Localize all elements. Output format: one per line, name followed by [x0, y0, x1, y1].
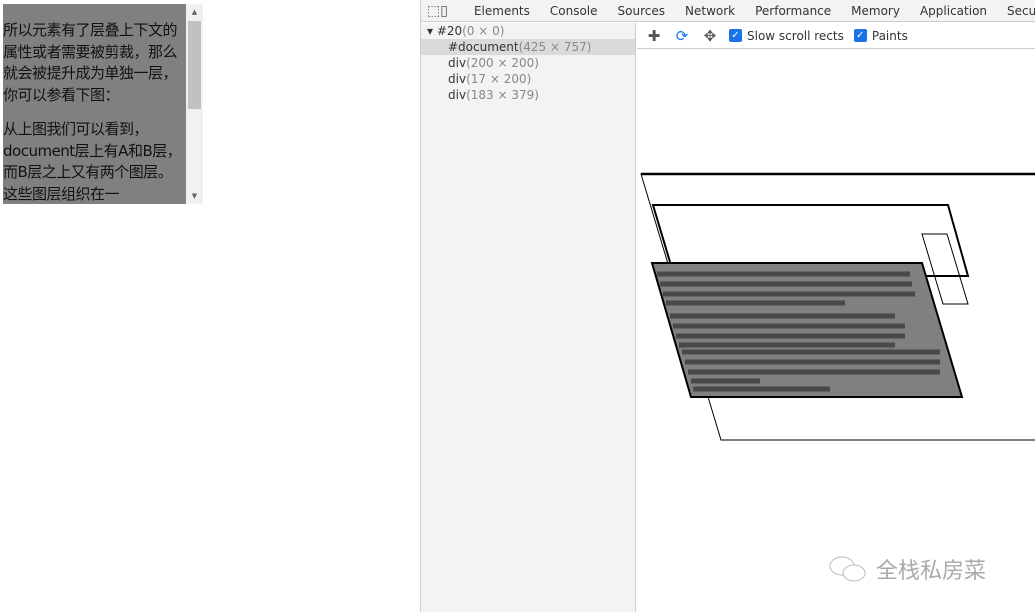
layer-size: (183 × 379)	[466, 88, 539, 102]
inspect-icon[interactable]: ⬚	[427, 3, 440, 19]
tab-security[interactable]: Secu	[997, 4, 1035, 18]
paragraph: 所以元素有了层叠上下文的属性或者需要被剪裁，那么就会被提升成为单独一层，你可以参…	[3, 21, 178, 104]
slow-scroll-rects-checkbox[interactable]: ✓ Slow scroll rects	[729, 29, 844, 43]
checkbox-label: Paints	[871, 28, 908, 43]
scroll-down-icon[interactable]: ▼	[186, 192, 203, 200]
rotate-mode-icon[interactable]: ⟳	[673, 27, 691, 45]
watermark-text: 全栈私房菜	[876, 559, 987, 584]
layer-item[interactable]: div(183 × 379)	[421, 87, 635, 103]
checkbox-checked-icon[interactable]: ✓	[853, 29, 867, 42]
scrollbar[interactable]: ▲ ▼	[186, 4, 203, 204]
layer-size: (200 × 200)	[466, 56, 539, 70]
scroll-up-icon[interactable]: ▲	[186, 8, 203, 16]
tab-network[interactable]: Network	[675, 4, 745, 18]
checkbox-checked-icon[interactable]: ✓	[729, 29, 742, 42]
layer-item[interactable]: div(200 × 200)	[421, 55, 635, 71]
layer-size: (17 × 200)	[466, 72, 532, 86]
watermark: 全栈私房菜	[828, 553, 986, 585]
tab-memory[interactable]: Memory	[841, 4, 910, 18]
layer-item[interactable]: div(17 × 200)	[421, 71, 635, 87]
layer-name: div	[448, 88, 467, 102]
preview-text: 所以元素有了层叠上下文的属性或者需要被剪裁，那么就会被提升成为单独一层，你可以参…	[3, 20, 186, 204]
tab-elements[interactable]: Elements	[464, 4, 540, 18]
layer-name: #20	[436, 24, 463, 38]
paints-checkbox[interactable]: ✓ Paints	[853, 28, 908, 43]
pan-mode-icon[interactable]: ✚	[645, 27, 663, 45]
layer-name: div	[448, 72, 467, 86]
page-preview: 所以元素有了层叠上下文的属性或者需要被剪裁，那么就会被提升成为单独一层，你可以参…	[3, 4, 203, 204]
layer-item[interactable]: ▾ #20(0 × 0)	[421, 23, 635, 39]
layer-item[interactable]: #document(425 × 757)	[421, 39, 635, 55]
layer-tree: ▾ #20(0 × 0) #document(425 × 757) div(20…	[421, 23, 636, 612]
layer-name: #document	[448, 40, 519, 54]
tab-performance[interactable]: Performance	[745, 4, 841, 18]
paragraph: 从上图我们可以看到，document层上有A和B层，而B层之上又有两个图层。这些…	[3, 120, 182, 203]
scrollbar-thumb[interactable]	[188, 21, 201, 109]
layers-3d-view[interactable]	[636, 50, 1035, 612]
devtools-tabs: ⬚ ▯ Elements Console Sources Network Per…	[421, 0, 1035, 22]
wechat-icon	[829, 556, 866, 582]
tab-console[interactable]: Console	[540, 4, 608, 18]
tab-application[interactable]: Application	[910, 4, 997, 18]
layer-name: div	[448, 56, 467, 70]
tab-sources[interactable]: Sources	[608, 4, 675, 18]
layer-size: (425 × 757)	[518, 40, 592, 54]
layers-toolbar: ✚ ⟳ ✥ ✓ Slow scroll rects ✓ Paints	[637, 23, 1035, 49]
device-toggle-icon[interactable]: ▯	[440, 3, 448, 19]
layer-size: (0 × 0)	[462, 24, 505, 38]
checkbox-label: Slow scroll rects	[747, 28, 844, 43]
reset-transform-icon[interactable]: ✥	[701, 27, 719, 45]
